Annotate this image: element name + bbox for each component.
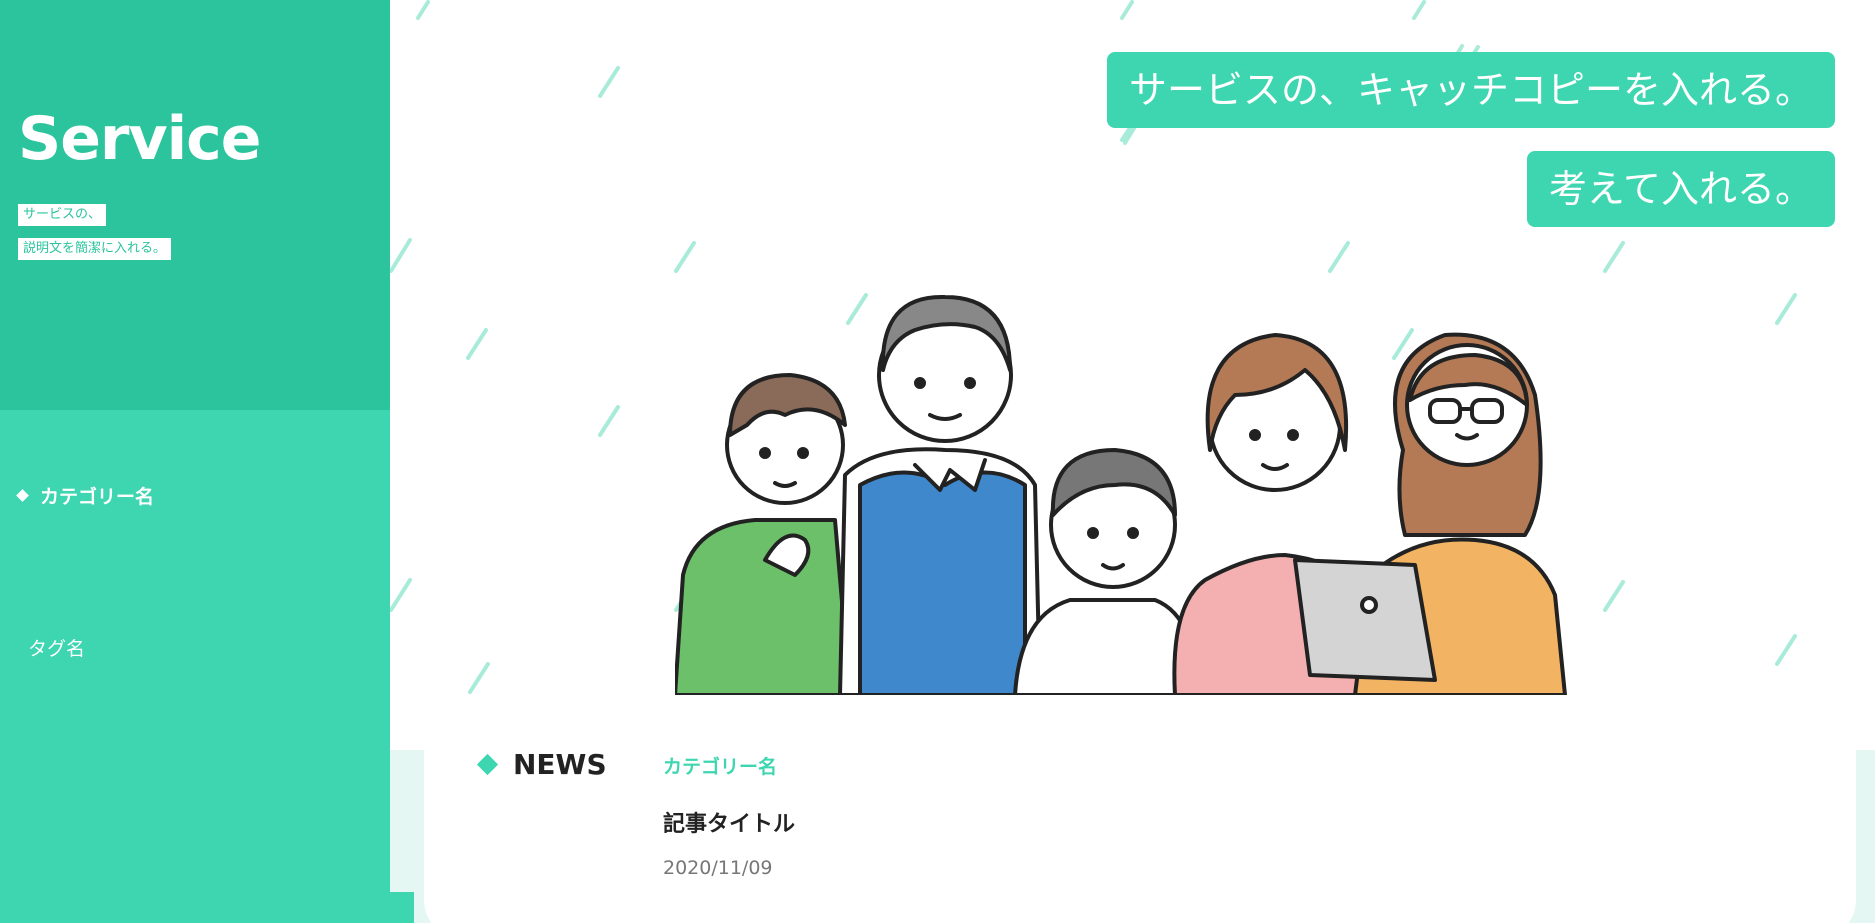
sidebar-category-link[interactable]: カテゴリー名	[16, 482, 155, 509]
catch-copy-line-1: サービスの、キャッチコピーを入れる。	[1106, 52, 1835, 128]
news-date: 2020/11/09	[663, 857, 773, 879]
news-article-title-link[interactable]: 記事タイトル	[663, 806, 795, 838]
sidebar-header: Service サービスの、 説明文を簡潔に入れる。	[0, 0, 390, 410]
sidebar-tag-link[interactable]: タグ名	[28, 634, 85, 661]
people-illustration	[675, 294, 1567, 695]
diamond-bullet-icon	[16, 489, 29, 502]
news-title: NEWS	[513, 748, 607, 781]
brand-logo[interactable]: Service	[18, 104, 261, 174]
catch-copy-line-2: 考えて入れる。	[1526, 151, 1835, 227]
diamond-bullet-icon	[476, 753, 499, 776]
sidebar: Service サービスの、 説明文を簡潔に入れる。 カテゴリー名 タグ名	[0, 0, 390, 923]
description-line-1: サービスの、	[18, 204, 107, 226]
sidebar-corner	[390, 892, 414, 923]
description-line-2: 説明文を簡潔に入れる。	[18, 238, 172, 260]
news-category-link[interactable]: カテゴリー名	[663, 752, 777, 779]
news-card	[424, 720, 1856, 923]
news-heading: NEWS	[476, 748, 607, 781]
sidebar-category-label: カテゴリー名	[40, 486, 155, 508]
